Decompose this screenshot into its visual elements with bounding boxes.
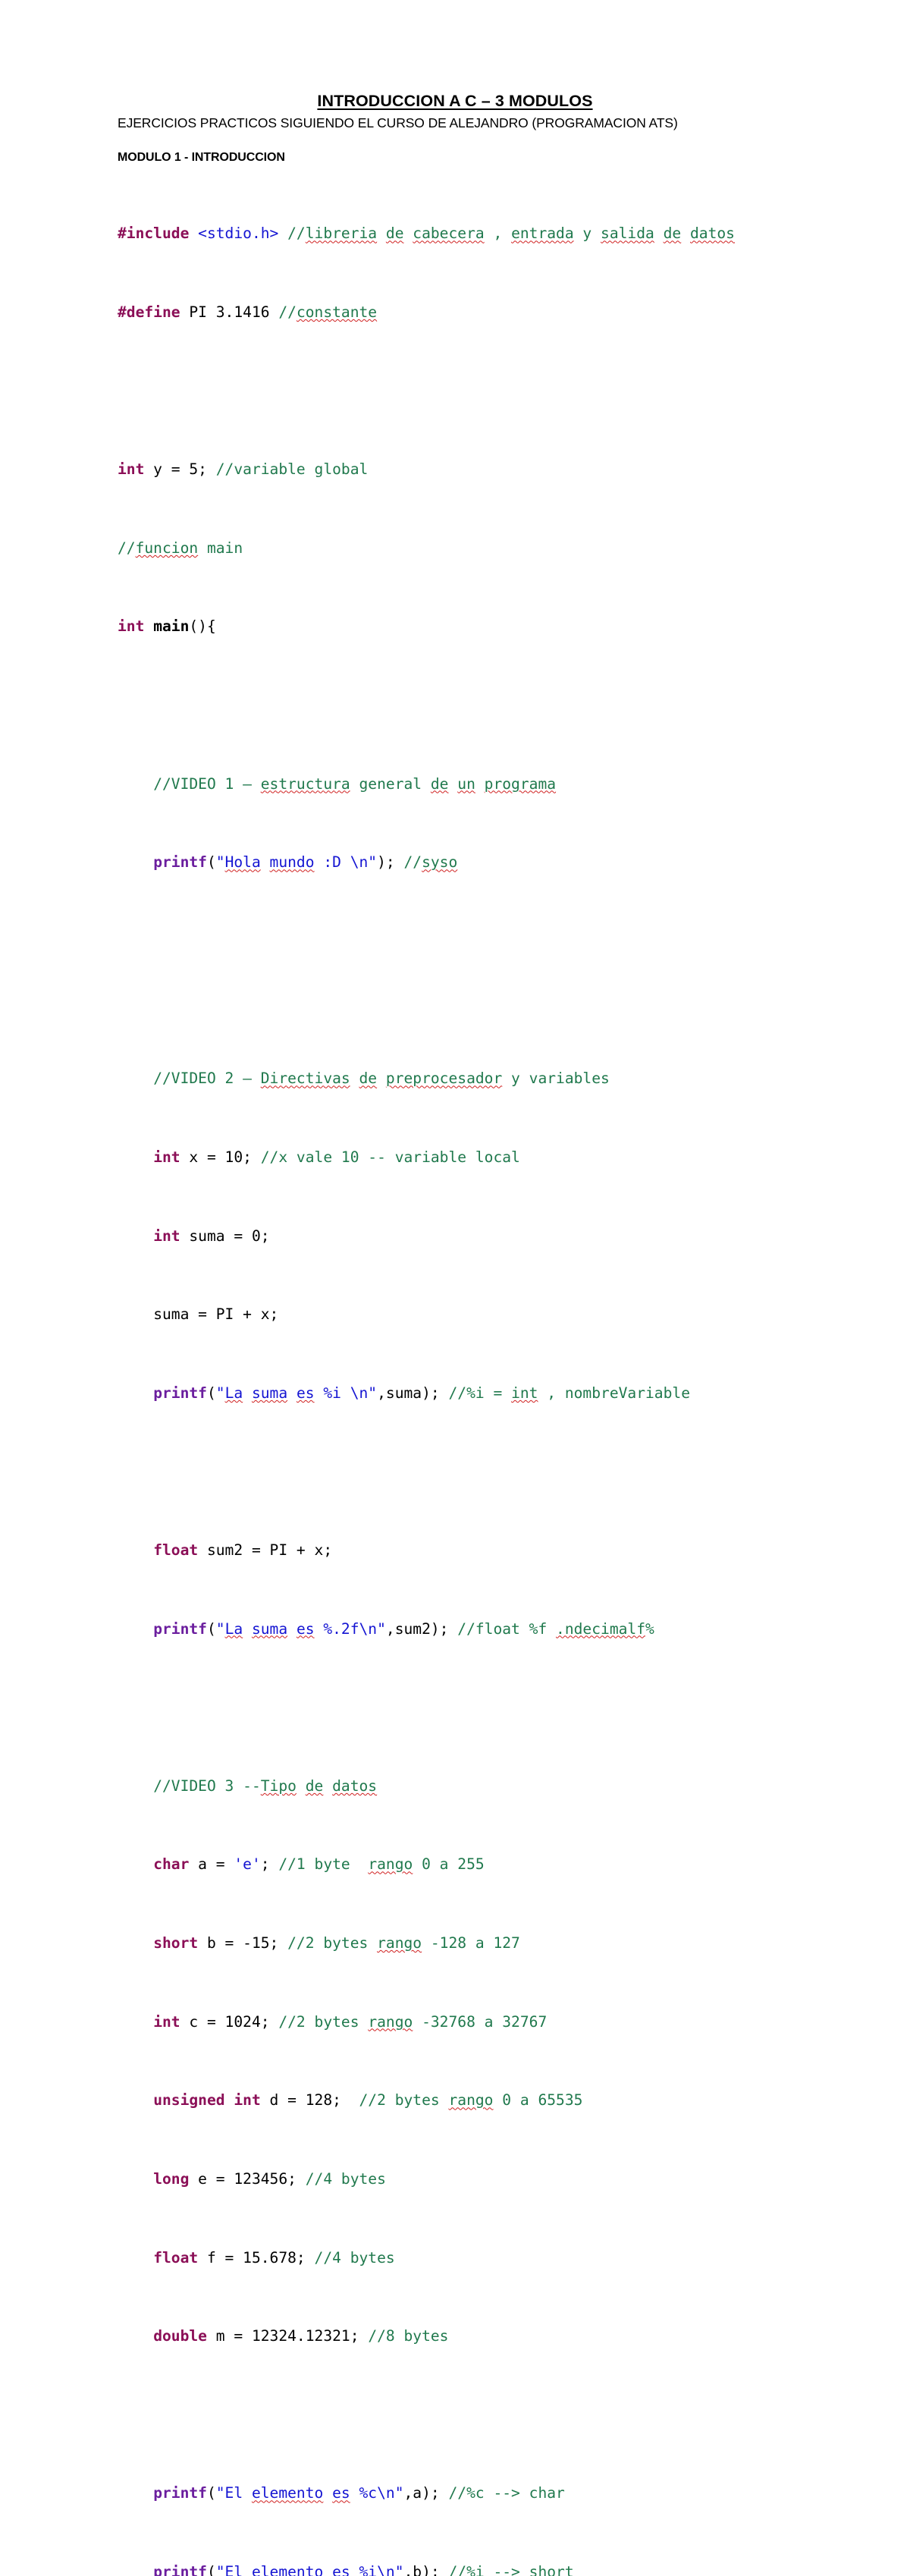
code-line: printf("El elemento es %i\n",b); //%i --… [153, 2563, 574, 2576]
code-line: short b = -15; //2 bytes rango -128 a 12… [153, 1934, 520, 1952]
code-line: #include <stdio.h> //libreria de cabecer… [118, 225, 735, 243]
page-title: INTRODUCCION A C – 3 MODULOS [118, 91, 792, 112]
code-line: int main(){ [118, 617, 216, 636]
code-line: int x = 10; //x vale 10 -- variable loca… [153, 1148, 520, 1166]
code-line: long e = 123456; //4 bytes [153, 2169, 386, 2188]
code-line: #define PI 3.1416 //constante [118, 303, 378, 321]
code-line: char a = 'e'; //1 byte rango 0 a 255 [153, 1855, 485, 1874]
code-line: //VIDEO 2 – Directivas de preprocesador … [118, 1070, 610, 1088]
code-line: //VIDEO 3 --Tipo de datos [118, 1776, 378, 1795]
code-line: int suma = 0; [153, 1227, 270, 1245]
code-line: printf("La suma es %i \n",suma); //%i = … [153, 1384, 690, 1402]
code-line: int y = 5; //variable global [118, 460, 369, 479]
document-page: INTRODUCCION A C – 3 MODULOS EJERCICIOS … [0, 0, 910, 2576]
code-line: printf("Hola mundo :D \n"); //syso [153, 853, 458, 872]
code-line: double m = 12324.12321; //8 bytes [153, 2327, 449, 2345]
code-line: float f = 15.678; //4 bytes [153, 2248, 395, 2267]
code-line: printf("El elemento es %c\n",a); //%c --… [153, 2484, 565, 2502]
section-heading-modulo-1: MODULO 1 - INTRODUCCION [118, 150, 285, 164]
code-line: unsigned int d = 128; //2 bytes rango 0 … [153, 2091, 583, 2109]
code-line: //VIDEO 1 – estructura general de un pro… [118, 774, 557, 793]
page-title-text: INTRODUCCION A C – 3 MODULOS [317, 92, 593, 110]
page-subtitle: EJERCICIOS PRACTICOS SIGUIENDO EL CURSO … [118, 115, 678, 130]
code-line: printf("La suma es %.2f\n",sum2); //floa… [153, 1619, 654, 1638]
code-line: //funcion main [118, 539, 243, 557]
code-line: int c = 1024; //2 bytes rango -32768 a 3… [153, 2012, 548, 2031]
code-line: float sum2 = PI + x; [153, 1541, 333, 1559]
code-block: #include <stdio.h> //libreria de cabecer… [118, 165, 792, 2576]
code-line: suma = PI + x; [118, 1305, 279, 1324]
